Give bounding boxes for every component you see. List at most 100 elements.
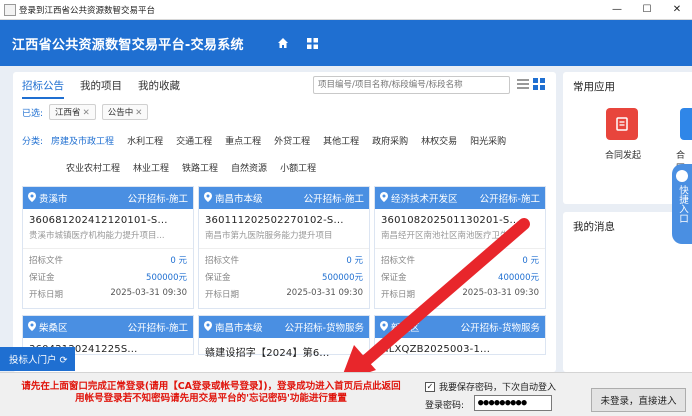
apps-grid-icon[interactable]	[300, 30, 326, 56]
card-type: 公开招标-施工	[479, 194, 540, 205]
card-date-row: 开标日期 2025-03-31 09:30	[29, 288, 187, 300]
card-divider	[23, 248, 193, 249]
category-agriculture[interactable]: 农业农村工程	[66, 161, 120, 174]
date-value: 2025-03-31 09:30	[110, 288, 187, 298]
close-icon[interactable]: ✕	[83, 108, 90, 118]
project-card[interactable]: 贵溪市 公开招标-施工 360681202412120101-S... 贵溪市城…	[22, 186, 194, 309]
card-code: HLXQZB2025003-1...	[381, 344, 491, 355]
date-label: 开标日期	[205, 290, 240, 300]
date-label: 开标日期	[381, 290, 416, 300]
card-fee-row: 招标文件 0 元	[381, 254, 539, 266]
card-code: 360681202412120101-S...	[29, 215, 168, 226]
date-label: 开标日期	[29, 290, 64, 300]
card-name: 南昌经开区南池社区南池医疗卫生...	[381, 231, 517, 241]
notice-line-2: 用帐号登录若不知密码请先用交易平台的'忘记密码'功能进行重置	[75, 393, 347, 404]
fee-value: 0 元	[170, 256, 187, 266]
location-icon	[28, 320, 36, 334]
location-icon	[204, 191, 212, 205]
deposit-label: 保证金	[29, 273, 55, 283]
minimize-button[interactable]: —	[602, 0, 632, 20]
card-name: 贵溪市城镇医疗机构能力提升项目...	[29, 231, 165, 241]
search-input[interactable]	[313, 76, 510, 94]
tab-my-projects[interactable]: 我的项目	[80, 78, 122, 99]
selected-label: 已选:	[22, 108, 44, 119]
category-government-procurement[interactable]: 政府采购	[372, 134, 408, 147]
card-region: 南昌市本级	[215, 323, 263, 334]
category-small-projects[interactable]: 小额工程	[280, 161, 316, 174]
category-key-projects[interactable]: 重点工程	[225, 134, 261, 147]
category-railway[interactable]: 铁路工程	[182, 161, 218, 174]
window-titlebar: 登录到江西省公共资源数智交易平台 — ☐ ✕	[0, 0, 692, 20]
chevron-icon	[676, 170, 688, 182]
password-label: 登录密码:	[425, 401, 465, 411]
deposit-value: 400000元	[498, 273, 539, 283]
remember-password[interactable]: ✓ 我要保存密码，下次自动登入	[425, 380, 556, 393]
card-region: 经济技术开发区	[391, 194, 458, 205]
common-apps-title: 常用应用	[573, 81, 615, 93]
fee-value: 0 元	[522, 256, 539, 266]
category-sunshine-procurement[interactable]: 阳光采购	[470, 134, 506, 147]
category-natural-resources[interactable]: 自然资源	[231, 161, 267, 174]
tab-tender-announcement[interactable]: 招标公告	[22, 78, 64, 99]
category-transport[interactable]: 交通工程	[176, 134, 212, 147]
remember-checkbox[interactable]: ✓	[425, 381, 435, 392]
card-type: 公开招标-施工	[127, 194, 188, 205]
category-foreign-loan[interactable]: 外贷工程	[274, 134, 310, 147]
category-row-2: 农业农村工程 林业工程 铁路工程 自然资源 小额工程	[66, 161, 329, 174]
app-label-contract-initiate[interactable]: 合同发起	[605, 148, 641, 161]
contract-icon[interactable]	[680, 108, 692, 140]
chip-label: 公告中	[107, 108, 134, 118]
card-region: 南昌市本级	[215, 194, 263, 205]
card-divider	[199, 248, 369, 249]
notice-line-1: 请先在上面窗口完成正常登录(请用【CA登录或帐号登录】)，登录成功进入首页后点此…	[21, 381, 401, 392]
enter-without-login-button[interactable]: 未登录，直接进入	[591, 388, 686, 412]
card-fee-row: 招标文件 0 元	[29, 254, 187, 266]
category-forestry[interactable]: 林业工程	[133, 161, 169, 174]
fee-value: 0 元	[346, 256, 363, 266]
list-view-icon[interactable]	[517, 78, 529, 90]
filter-chip-province[interactable]: 江西省 ✕	[49, 104, 96, 120]
project-card[interactable]: 新建区 公开招标-货物服务 HLXQZB2025003-1...	[374, 315, 546, 355]
grid-view-icon[interactable]	[533, 78, 545, 90]
quick-entry-tab[interactable]: 快捷入口	[672, 164, 692, 244]
project-card[interactable]: 经济技术开发区 公开招标-施工 360108202501130201-S... …	[374, 186, 546, 309]
category-housing-municipal[interactable]: 房建及市政工程	[51, 134, 114, 147]
filter-chip-status[interactable]: 公告中 ✕	[101, 104, 149, 120]
system-title: 江西省公共资源数智交易平台-交易系统	[12, 37, 244, 53]
home-icon[interactable]	[270, 30, 296, 56]
date-value: 2025-03-31 09:30	[286, 288, 363, 298]
category-other[interactable]: 其他工程	[323, 134, 359, 147]
password-field[interactable]	[474, 395, 552, 411]
location-icon	[28, 191, 36, 205]
chip-label: 江西省	[55, 108, 81, 118]
tab-my-favorites[interactable]: 我的收藏	[138, 78, 180, 99]
card-code: 360111202502270102-S...	[205, 215, 344, 226]
category-forest-rights[interactable]: 林权交易	[421, 134, 457, 147]
bidder-portal-button[interactable]: 投标人门户 ⟳	[0, 347, 75, 371]
project-card[interactable]: 南昌市本级 公开招标-货物服务 赣建设招字【2024】第6...	[198, 315, 370, 359]
category-water-conservancy[interactable]: 水利工程	[127, 134, 163, 147]
deposit-value: 500000元	[322, 273, 363, 283]
card-deposit-row: 保证金 500000元	[29, 271, 187, 283]
login-notice: 请先在上面窗口完成正常登录(请用【CA登录或帐号登录】)，登录成功进入首页后点此…	[6, 381, 416, 405]
card-date-row: 开标日期 2025-03-31 09:30	[205, 288, 363, 300]
card-region: 新建区	[391, 323, 420, 334]
deposit-label: 保证金	[381, 273, 407, 283]
remember-label: 我要保存密码，下次自动登入	[439, 383, 557, 393]
card-type: 公开招标-货物服务	[460, 323, 540, 334]
maximize-button[interactable]: ☐	[632, 0, 662, 20]
card-header: 南昌市本级 公开招标-货物服务	[199, 316, 369, 338]
category-row-1: 分类: 房建及市政工程 水利工程 交通工程 重点工程 外贷工程 其他工程 政府采…	[22, 134, 519, 147]
deposit-value: 500000元	[146, 273, 187, 283]
project-card[interactable]: 南昌市本级 公开招标-施工 360111202502270102-S... 南昌…	[198, 186, 370, 309]
close-button[interactable]: ✕	[662, 0, 692, 20]
close-icon[interactable]: ✕	[135, 108, 142, 118]
card-header: 贵溪市 公开招标-施工	[23, 187, 193, 209]
fee-label: 招标文件	[381, 256, 416, 266]
card-header: 新建区 公开招标-货物服务	[375, 316, 545, 338]
card-type: 公开招标-施工	[303, 194, 364, 205]
card-header: 柴桑区 公开招标-施工	[23, 316, 193, 338]
contract-initiate-icon[interactable]	[606, 108, 638, 140]
fee-label: 招标文件	[29, 256, 64, 266]
location-icon	[380, 191, 388, 205]
